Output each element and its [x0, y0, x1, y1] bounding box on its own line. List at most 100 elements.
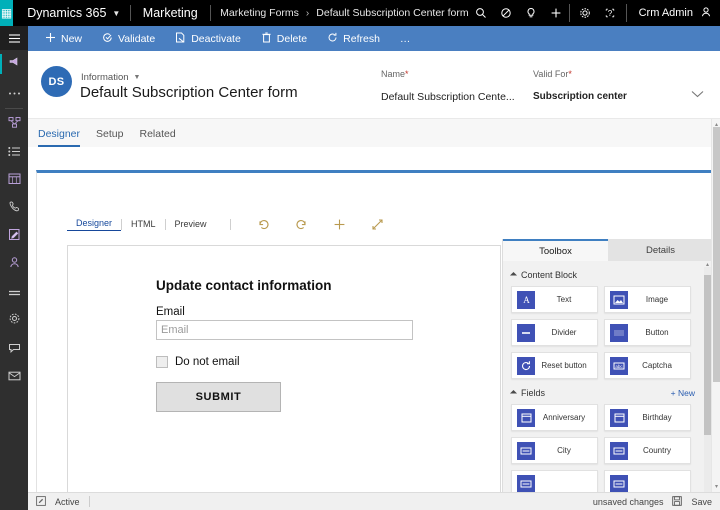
scroll-up-arrow-icon[interactable]: ▴ — [704, 261, 711, 268]
text-field-icon — [517, 442, 535, 460]
calendar-field-icon — [610, 409, 628, 427]
sidebar-item-more[interactable] — [0, 78, 28, 106]
tab-toolbox[interactable]: Toolbox — [503, 239, 608, 261]
delete-button[interactable]: Delete — [252, 26, 316, 51]
user-account[interactable]: Crm Admin — [626, 4, 720, 22]
text-field-icon — [610, 442, 628, 460]
captcha-icon: abc — [610, 357, 628, 375]
sidebar-item-social-post[interactable] — [0, 335, 28, 363]
tab-related[interactable]: Related — [139, 128, 175, 147]
form-designer-panel: Designer HTML Preview Update contact inf… — [36, 170, 712, 500]
calendar-icon — [8, 172, 21, 190]
tile-field-country[interactable]: Country — [604, 437, 691, 464]
breadcrumb: Marketing Forms › Default Subscription C… — [210, 7, 468, 19]
section-title: Fields — [521, 388, 545, 398]
tab-details[interactable]: Details — [608, 239, 713, 261]
form-canvas[interactable]: Update contact information Email Email D… — [67, 245, 501, 503]
subtab-preview[interactable]: Preview — [166, 219, 216, 229]
sidebar-item-segments[interactable] — [0, 279, 28, 307]
more-ellipsis-icon — [8, 83, 21, 101]
brand-dynamics-365[interactable]: Dynamics 365 ▼ — [13, 6, 130, 20]
record-form-selector[interactable]: Information ▼ — [81, 72, 140, 83]
settings-gear-icon — [8, 312, 21, 330]
sidebar-item-marketing-pin[interactable] — [0, 50, 28, 78]
filter-icon[interactable] — [494, 0, 519, 26]
save-button[interactable]: Save — [691, 497, 712, 507]
command-overflow-button[interactable]: … — [391, 26, 420, 51]
subtab-designer[interactable]: Designer — [67, 218, 121, 231]
content-block-tiles: A Text Image Divider — [511, 286, 695, 379]
tile-divider[interactable]: Divider — [511, 319, 598, 346]
section-header-content-block[interactable]: Content Block — [511, 270, 695, 280]
deactivate-button[interactable]: Deactivate — [166, 26, 250, 51]
collapse-triangle-icon — [510, 389, 517, 396]
refresh-button[interactable]: Refresh — [318, 26, 389, 51]
tile-field-birthday[interactable]: Birthday — [604, 404, 691, 431]
quick-create-plus-icon[interactable] — [544, 0, 569, 26]
chevron-down-icon: ▼ — [134, 74, 141, 81]
sidebar-item-phone[interactable] — [0, 195, 28, 223]
settings-gear-icon[interactable] — [573, 0, 598, 26]
collapse-triangle-icon — [510, 271, 517, 278]
sidebar-item-contacts[interactable] — [0, 251, 28, 279]
expand-fullscreen-icon[interactable] — [359, 218, 397, 231]
tile-captcha[interactable]: abc Captcha — [604, 352, 691, 379]
insights-lightbulb-icon[interactable] — [519, 0, 544, 26]
tile-text[interactable]: A Text — [511, 286, 598, 313]
header-field-name-value[interactable]: Default Subscription Cente... — [381, 91, 515, 103]
user-name: Crm Admin — [639, 7, 693, 19]
tile-field-city[interactable]: City — [511, 437, 598, 464]
search-icon[interactable] — [469, 0, 494, 26]
sidebar-item-edit-form[interactable] — [0, 223, 28, 251]
tile-reset-button[interactable]: Reset button — [511, 352, 598, 379]
redo-icon[interactable] — [283, 218, 321, 231]
form-tab-bar: Designer Setup Related — [28, 119, 720, 147]
tile-label: Divider — [535, 328, 597, 337]
toolbox-scrollbar[interactable]: ▴ ▾ — [704, 267, 711, 499]
waffle-grid-icon[interactable]: ▦ — [0, 0, 13, 26]
toolbox-body: Content Block A Text Image — [503, 261, 703, 503]
sidebar-item-email[interactable] — [0, 363, 28, 391]
sidebar-item-calendar[interactable] — [0, 167, 28, 195]
tile-image[interactable]: Image — [604, 286, 691, 313]
required-marker: * — [405, 69, 409, 79]
tile-field-anniversary[interactable]: Anniversary — [511, 404, 598, 431]
new-button[interactable]: New — [36, 26, 91, 51]
toolbox-scroll-thumb[interactable] — [704, 275, 711, 435]
tab-setup[interactable]: Setup — [96, 128, 123, 147]
section-header-fields[interactable]: Fields + New — [511, 388, 695, 398]
header-field-valid-for-value[interactable]: Subscription center — [533, 91, 627, 102]
sidebar-item-settings[interactable] — [0, 307, 28, 335]
tab-designer[interactable]: Designer — [38, 128, 80, 147]
header-expand-chevron-icon[interactable] — [691, 89, 704, 101]
new-field-link[interactable]: + New — [671, 388, 695, 398]
form-heading: Update contact information — [156, 278, 332, 293]
delete-button-label: Delete — [277, 33, 307, 45]
page-scroll-down-icon[interactable]: ▾ — [712, 483, 720, 490]
undo-icon[interactable] — [245, 218, 283, 231]
tile-button[interactable]: Button — [604, 319, 691, 346]
page-scrollbar[interactable]: ▴ ▾ — [711, 119, 720, 492]
status-right-group: unsaved changes Save — [593, 493, 712, 510]
app-name-marketing[interactable]: Marketing — [131, 6, 210, 20]
email-input[interactable]: Email — [156, 320, 413, 340]
email-envelope-icon — [8, 368, 21, 386]
save-disk-icon[interactable] — [672, 493, 682, 510]
help-icon[interactable]: ? — [598, 0, 623, 26]
validate-button[interactable]: Validate — [93, 26, 164, 51]
subtab-html[interactable]: HTML — [122, 219, 165, 229]
do-not-email-checkbox[interactable] — [156, 356, 168, 368]
hamburger-menu-icon[interactable] — [0, 26, 28, 50]
do-not-email-row[interactable]: Do not email — [156, 356, 240, 368]
chevron-down-icon: ▼ — [112, 9, 120, 18]
sidebar-item-list[interactable] — [0, 139, 28, 167]
add-plus-icon[interactable] — [321, 218, 359, 231]
label-text: Valid For — [533, 69, 568, 79]
page-scroll-thumb[interactable] — [713, 127, 720, 382]
required-marker: * — [568, 69, 572, 79]
breadcrumb-item-parent[interactable]: Marketing Forms — [220, 7, 299, 19]
sidebar-item-customer-journey[interactable] — [0, 111, 28, 139]
submit-button[interactable]: SUBMIT — [156, 382, 281, 412]
header-field-name: Name* Default Subscription Cente... — [381, 69, 515, 103]
command-bar: New Validate Deactivate Delete Refresh — [28, 26, 720, 51]
